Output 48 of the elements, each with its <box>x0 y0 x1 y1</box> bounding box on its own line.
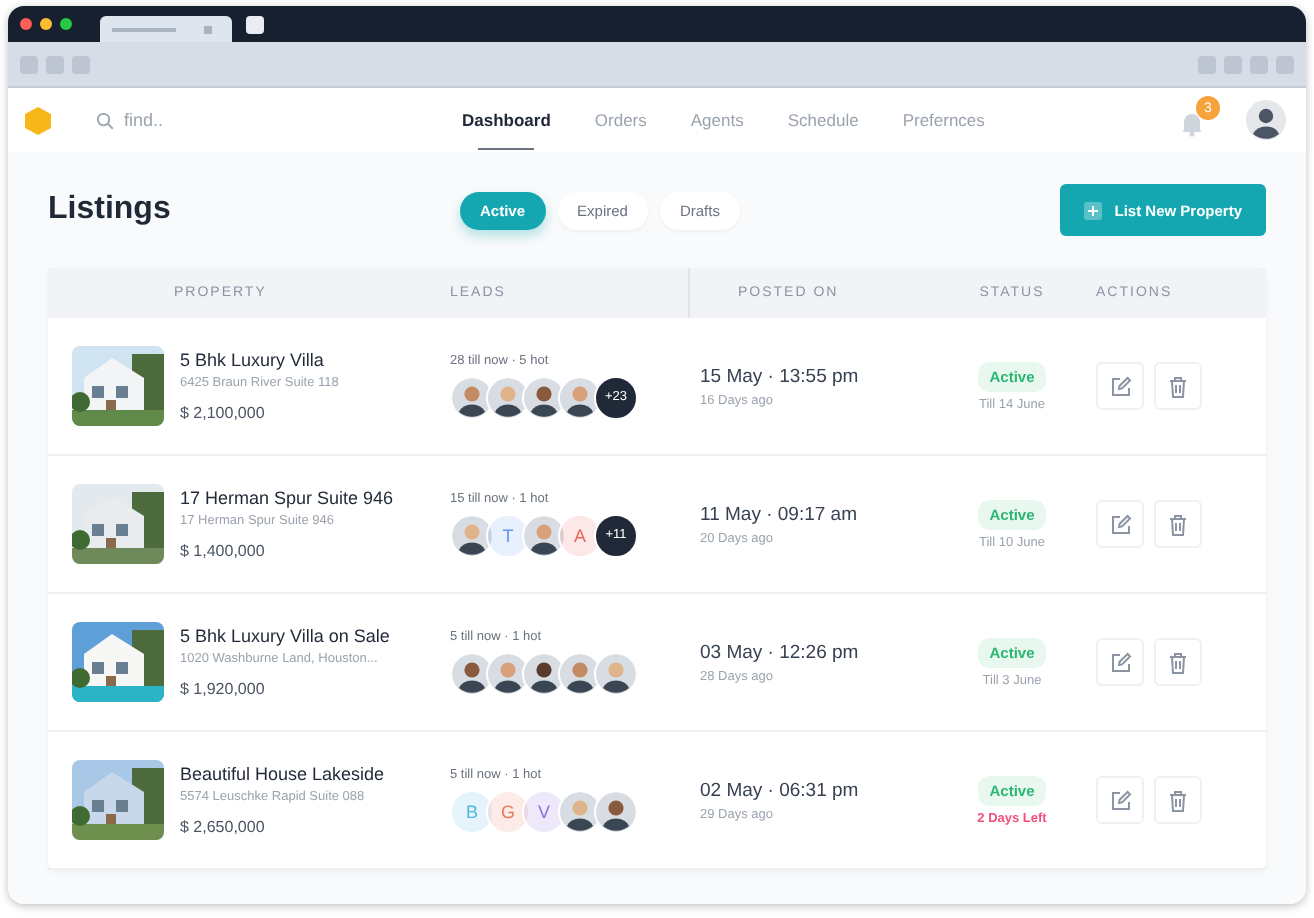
avatar-icon[interactable] <box>594 789 638 833</box>
property-title: 17 Herman Spur Suite 946 <box>180 488 394 508</box>
nav-tab[interactable]: Orders <box>572 88 669 152</box>
posted-date: 02 May · 06:31 pm <box>700 779 861 801</box>
plus-icon <box>1084 201 1103 219</box>
delete-button[interactable] <box>1154 638 1202 686</box>
avatar-icon[interactable] <box>594 651 638 695</box>
property-title: 5 Bhk Luxury Villa on Sale <box>180 626 390 646</box>
property-title: 5 Bhk Luxury Villa <box>180 350 326 370</box>
trash-icon <box>1168 651 1188 673</box>
search-field[interactable]: find.. <box>124 110 324 130</box>
nav-tab[interactable]: Prefernces <box>880 88 1007 152</box>
user-avatar-icon[interactable] <box>1246 100 1286 140</box>
search-icon <box>96 111 114 129</box>
maximize-dot[interactable] <box>60 18 72 30</box>
posted-date: 15 May · 13:55 pm <box>700 365 861 387</box>
close-dot[interactable] <box>20 18 32 30</box>
edit-icon <box>1109 651 1131 673</box>
trash-icon <box>1168 375 1188 397</box>
property-title: Beautiful House Lakeside <box>180 764 385 784</box>
page-title: Listings <box>48 192 173 228</box>
delete-button[interactable] <box>1154 500 1202 548</box>
property-price: $ 2,100,000 <box>180 404 267 422</box>
edit-icon <box>1109 375 1131 397</box>
avatar-icon[interactable] <box>450 513 494 557</box>
property-price: $ 2,650,000 <box>180 818 267 836</box>
edit-button[interactable] <box>1096 638 1144 686</box>
trash-icon <box>1168 513 1188 535</box>
avatar-icon[interactable] <box>522 513 566 557</box>
delete-button[interactable] <box>1154 362 1202 410</box>
edit-button[interactable] <box>1096 500 1144 548</box>
trash-icon <box>1168 789 1188 811</box>
nav-tab[interactable]: Schedule <box>765 88 881 152</box>
nav-tab[interactable]: Dashboard <box>440 88 573 152</box>
edit-icon <box>1109 789 1131 811</box>
edit-icon <box>1109 513 1131 535</box>
minimize-dot[interactable] <box>40 18 52 30</box>
lead-avatar[interactable]: B <box>450 789 494 833</box>
lead-avatar[interactable]: G <box>486 789 530 833</box>
new-tab-button[interactable] <box>246 15 264 33</box>
property-price: $ 1,920,000 <box>180 680 267 698</box>
posted-date: 11 May · 09:17 am <box>700 503 860 525</box>
posted-date: 03 May · 12:26 pm <box>700 641 861 663</box>
edit-button[interactable] <box>1096 776 1144 824</box>
delete-button[interactable] <box>1154 776 1202 824</box>
property-price: $ 1,400,000 <box>180 542 267 560</box>
edit-button[interactable] <box>1096 362 1144 410</box>
nav-tab[interactable]: Agents <box>668 88 766 152</box>
